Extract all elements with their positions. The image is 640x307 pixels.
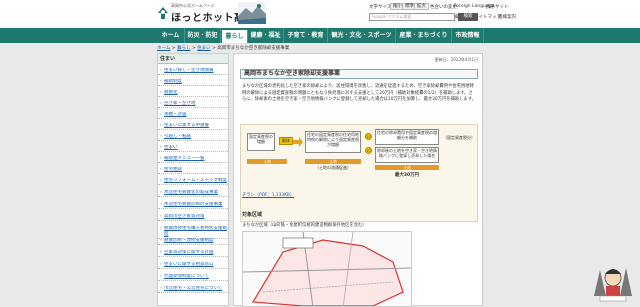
diagram-land-bar: 土地 [247, 159, 287, 164]
coin-20-icon: 20 [365, 133, 372, 140]
coin-10-icon: 10 [365, 147, 372, 154]
area-heading: まちなか区域（山町筋・金屋町伝統的建造物群保存地区を含む） [242, 223, 367, 228]
page-title: 高岡市まちなか空き家除却支援事業 [240, 69, 478, 79]
sitemap-link[interactable]: サイトマップ [474, 14, 501, 20]
breadcrumb-current: 高岡市まちなか空き家除却支援事業 [217, 46, 290, 51]
nav-item-living[interactable]: 暮らし [222, 30, 248, 43]
diagram-box-subsidy: 住宅の除却費用や固定資産税の増額分を補助 [375, 129, 439, 145]
diagram-side-note: （固定資産税分） [443, 135, 475, 149]
search-input[interactable]: Google カスタム検索 [369, 13, 455, 21]
area-map-image [242, 231, 412, 307]
site-header: 高岡市公式ホームページ ほっとホット高岡 文字サイズ 縮小 標準 拡大 色合いの… [0, 0, 640, 28]
breadcrumb-housing[interactable]: 住まい [197, 46, 211, 51]
color-change-link[interactable]: 色合いの変更 [430, 4, 457, 10]
body-paragraph: まちなか区域の老朽化した空き家の除却により、居住環境を改善し、流通を促進するため… [242, 84, 476, 102]
sidebar-item[interactable]: 空き家・空き地 [158, 101, 228, 108]
diagram-demolish-label: 解体 [279, 137, 293, 145]
sidebar-item[interactable]: 補助金メニュー一覧 [158, 156, 228, 163]
city-logo-icon [158, 7, 168, 19]
map-drawing [243, 232, 411, 306]
sidebar-item[interactable]: 住宅相談 [158, 167, 228, 174]
nav-item-industry[interactable]: 産業・まちづくり [396, 28, 452, 43]
sidebar-item[interactable]: 代理受領制度について [158, 274, 228, 281]
updated-date: 更新日：2023年4月1日 [434, 57, 478, 62]
nav-item-home[interactable]: ホーム [157, 28, 185, 43]
pdf-link[interactable]: チラシ（PDF：1,133KB） [242, 192, 294, 198]
section-heading: 対象区域 [242, 212, 263, 218]
diagram-flow-note: （土地の流通促進） [305, 165, 361, 171]
sidebar-item[interactable]: 耐震診断・改修支援制度 [158, 238, 228, 245]
mascot-character-icon[interactable] [590, 260, 636, 302]
sidebar-item[interactable]: 住まい探し・空き地情報 [158, 68, 228, 75]
sidebar-item[interactable]: 木造住宅耐震診断の支援事業 [158, 202, 228, 209]
sidebar-item[interactable]: 高岡市空き家等対策 [158, 214, 228, 221]
diagram-total: 最大30万円 [375, 173, 439, 180]
diagram-land-bar: 土地 [305, 159, 361, 164]
nav-item-disaster[interactable]: 防災・防犯 [185, 28, 221, 43]
sidebar-item[interactable]: 木造住宅耐震化の助成事業 [158, 190, 228, 197]
sidebar-item[interactable]: 景観・計画 [158, 112, 228, 119]
nav-item-tourism[interactable]: 観光・文化・スポーツ [328, 28, 396, 43]
search-button[interactable]: 検索 [458, 13, 478, 21]
diagram-land-bar: 土地 [375, 165, 439, 170]
mobile-site-link[interactable]: 携帯サイト [486, 4, 509, 10]
diagram-box-tax-increase: 固定資産税の増額 [247, 133, 275, 151]
text-size-label: 文字サイズ [369, 5, 392, 10]
global-nav: ホーム 防災・防犯 暮らし 健康・福祉 子育て・教育 観光・文化・スポーツ 産業… [0, 28, 640, 43]
arrow-right-icon [293, 137, 303, 147]
subsidy-diagram: 固定資産税の増額 解体 住宅の固定資産税の住宅用地特例の解除により固定資産税が増… [240, 124, 478, 222]
nav-item-health[interactable]: 健康・福祉 [248, 28, 284, 43]
text-size-large-button[interactable]: 拡大 [414, 3, 429, 10]
org-list-link[interactable]: 組織案内 [498, 14, 516, 20]
sidebar-item[interactable]: 市営住宅・公営住宅について [158, 286, 228, 293]
sidebar-item[interactable]: 住まい [158, 145, 228, 152]
nav-item-childcare[interactable]: 子育て・教育 [284, 28, 328, 43]
breadcrumb-living[interactable]: 暮らし [177, 46, 191, 51]
main-content: 更新日：2023年4月1日 高岡市まちなか空き家除却支援事業 まちなか区域の老朽… [233, 53, 483, 307]
diagram-box-bonus: 除却後の土地を空き家・空き地情報バンクに登録し売却した場合 [375, 147, 439, 163]
logo-scenery-icon [238, 2, 266, 24]
sidebar-item[interactable]: 空家等対策に関する計画 [158, 250, 228, 257]
page: 高岡市公式ホームページ ほっとホット高岡 文字サイズ 縮小 標準 拡大 色合いの… [0, 0, 640, 307]
sidebar-item[interactable]: 住まいに関する相談窓口 [158, 262, 228, 269]
breadcrumb-home[interactable]: ホーム [157, 46, 170, 51]
breadcrumb: ホーム > 暮らし > 住まい > 高岡市まちなか空き家除却支援事業 [157, 46, 290, 51]
nav-item-city-info[interactable]: 市政情報 [452, 28, 484, 43]
sidebar: 住まい 住まい探し・空き地情報 補助制度 耐震化 空き家・空き地 景観・計画 住… [157, 53, 229, 306]
sidebar-item[interactable]: 引越し・転居 [158, 134, 228, 141]
sidebar-item[interactable]: 補助制度 [158, 79, 228, 86]
sidebar-item[interactable]: 住まいに関する申請書 [158, 123, 228, 130]
sidebar-item[interactable]: 住宅リフォーム・ストック制度 [158, 178, 228, 185]
sidebar-item[interactable]: 耐震化 [158, 90, 228, 97]
diagram-box-tax-explain: 住宅の固定資産税の住宅用地特例の解除により固定資産税が増額 [305, 131, 361, 153]
sidebar-title: 住まい [158, 54, 228, 64]
